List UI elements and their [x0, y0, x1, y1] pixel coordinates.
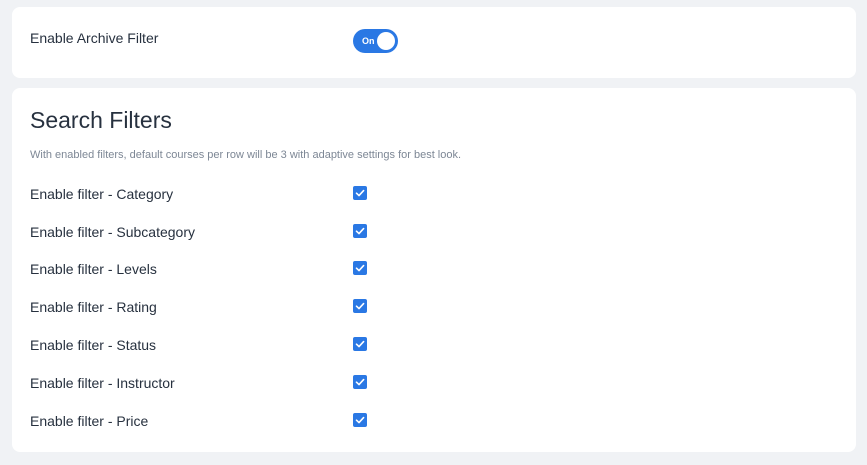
checkbox-levels[interactable]	[353, 261, 367, 275]
checkbox-subcategory[interactable]	[353, 224, 367, 238]
checkbox-instructor[interactable]	[353, 375, 367, 389]
filter-row-levels: Enable filter - Levels	[12, 258, 856, 280]
checkbox-price[interactable]	[353, 413, 367, 427]
filter-label-subcategory: Enable filter - Subcategory	[30, 224, 195, 240]
check-icon	[355, 340, 365, 348]
check-icon	[355, 302, 365, 310]
check-icon	[355, 227, 365, 235]
check-icon	[355, 378, 365, 386]
archive-filter-label: Enable Archive Filter	[30, 30, 159, 46]
filter-label-rating: Enable filter - Rating	[30, 299, 157, 315]
archive-filter-card: Enable Archive Filter On	[12, 7, 856, 78]
toggle-state-text: On	[362, 36, 375, 46]
filter-label-status: Enable filter - Status	[30, 337, 157, 353]
check-icon	[355, 189, 365, 197]
search-filters-card: Search Filters With enabled filters, def…	[12, 88, 856, 452]
filter-label-instructor: Enable filter - Instructor	[30, 375, 175, 391]
checkbox-status[interactable]	[353, 337, 367, 351]
filter-row-instructor: Enable filter - Instructor	[12, 372, 856, 394]
filter-row-price: Enable filter - Price	[12, 410, 856, 432]
check-icon	[355, 416, 365, 424]
check-icon	[355, 264, 365, 272]
filter-row-rating: Enable filter - Rating	[12, 296, 856, 318]
checkbox-rating[interactable]	[353, 299, 367, 313]
filter-label-levels: Enable filter - Levels	[30, 261, 157, 277]
filter-label-price: Enable filter - Price	[30, 413, 149, 429]
filter-row-status: Enable filter - Status	[12, 334, 856, 356]
archive-filter-toggle[interactable]: On	[353, 29, 398, 53]
section-title: Search Filters	[30, 107, 172, 133]
filter-label-category: Enable filter - Category	[30, 186, 174, 202]
toggle-knob	[377, 32, 395, 50]
filter-row-subcategory: Enable filter - Subcategory	[12, 221, 856, 243]
section-description: With enabled filters, default courses pe…	[30, 149, 462, 161]
checkbox-category[interactable]	[353, 186, 367, 200]
filter-row-category: Enable filter - Category	[12, 183, 856, 205]
